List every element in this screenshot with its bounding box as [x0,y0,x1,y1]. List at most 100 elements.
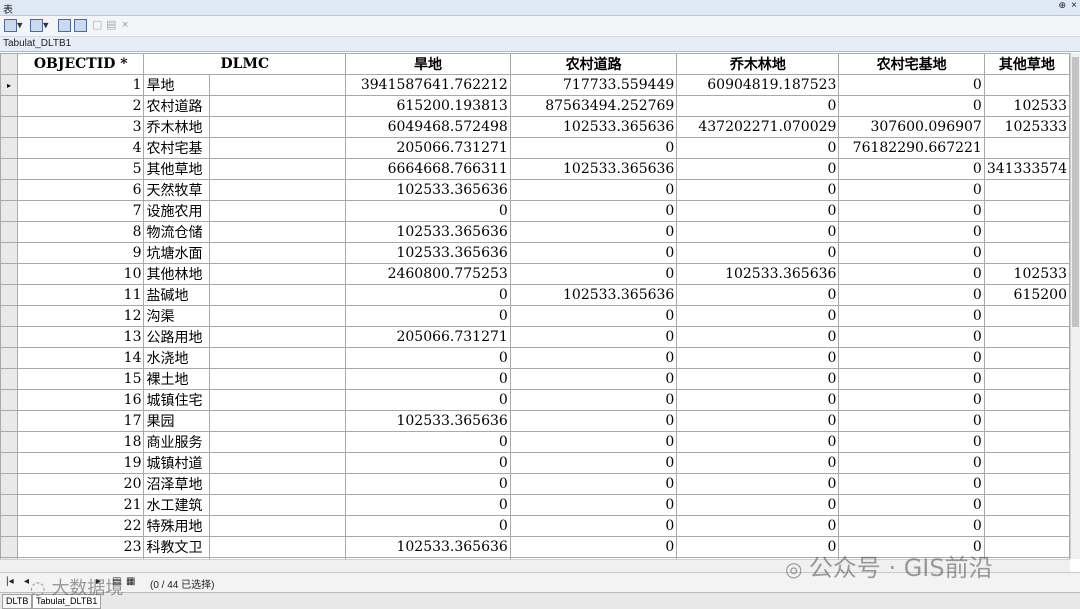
cell-value[interactable] [983,179,1070,201]
select-all-cell[interactable] [0,53,18,75]
previous-record-button[interactable]: ◂ [24,576,29,588]
cell-value[interactable]: 0 [838,158,985,180]
cell-value[interactable]: 0 [838,284,985,306]
column-header-nongcun-zhaijidi[interactable]: 农村宅基地 [838,53,985,75]
cell-value[interactable]: 0 [345,452,511,474]
cell-value[interactable]: 341333574 [983,158,1070,180]
row-selector[interactable] [0,389,18,411]
cell-value[interactable]: 0 [838,305,985,327]
cell-value[interactable]: 0 [509,305,678,327]
table-row[interactable]: 8 物流仓储 102533.365636 0 0 0 [0,221,1070,243]
cell-value[interactable] [983,74,1070,96]
row-selector[interactable] [0,431,18,453]
table-row[interactable]: 3 乔木林地 6049468.572498 102533.365636 43720227… [0,116,1070,138]
cell-value[interactable]: 0 [838,473,985,495]
cell-value[interactable]: 0 [509,452,678,474]
cell-dlmc[interactable]: 物流仓储 [143,221,211,243]
cell-dlmc[interactable]: 果园 [143,410,211,432]
cell-dlmc[interactable]: 科教文卫 [143,536,211,558]
cell-value[interactable]: 0 [838,95,985,117]
cell-value[interactable]: 0 [509,494,678,516]
cell-value[interactable]: 0 [676,389,840,411]
cell-value[interactable] [983,242,1070,264]
column-header-qiaomu-lindi[interactable]: 乔木林地 [676,53,840,75]
cell-value[interactable] [983,326,1070,348]
cell-value[interactable]: 102533.365636 [345,179,511,201]
cell-objectid[interactable]: 1 [16,74,145,96]
table-row[interactable]: 12 沟渠 0 0 0 0 [0,305,1070,327]
cell-value[interactable]: 0 [345,389,511,411]
cell-value[interactable] [983,368,1070,390]
cell-dlmc[interactable]: 盐碱地 [143,284,211,306]
row-selector[interactable] [0,368,18,390]
cell-value[interactable]: 0 [345,494,511,516]
cell-objectid[interactable]: 11 [16,284,145,306]
cell-value[interactable] [983,389,1070,411]
cell-value[interactable]: 0 [509,200,678,222]
table-row[interactable]: 14 水浇地 0 0 0 0 [0,347,1070,369]
cell-value[interactable]: 0 [838,263,985,285]
cell-value[interactable]: 0 [838,452,985,474]
table-row[interactable]: 19 城镇村道 0 0 0 0 [0,452,1070,474]
cell-dlmc[interactable]: 天然牧草 [143,179,211,201]
cell-value[interactable]: 0 [838,200,985,222]
cell-value[interactable]: 0 [838,347,985,369]
cell-value[interactable]: 0 [345,431,511,453]
row-selector[interactable] [0,95,18,117]
cell-value[interactable]: 615200.193813 [345,95,511,117]
cell-value[interactable]: 0 [838,179,985,201]
cell-value[interactable]: 76182290.667221 [838,137,985,159]
table-row[interactable]: 10 其他林地 2460800.775253 0 102533.365636 0 10253… [0,263,1070,285]
cell-value[interactable]: 0 [509,515,678,537]
cell-dlmc[interactable]: 公路用地 [143,326,211,348]
table-row[interactable]: 9 坑塘水面 102533.365636 0 0 0 [0,242,1070,264]
cell-value[interactable]: 1025333 [983,116,1070,138]
cell-value[interactable]: 437202271.070029 [676,116,840,138]
cell-objectid[interactable]: 14 [16,347,145,369]
cell-value[interactable]: 0 [838,536,985,558]
cell-value[interactable]: 0 [676,242,840,264]
cell-value[interactable]: 0 [345,284,511,306]
table-row[interactable]: 18 商业服务 0 0 0 0 [0,431,1070,453]
cell-dlmc[interactable]: 农村宅基 [143,137,211,159]
table-row[interactable]: 17 果园 102533.365636 0 0 0 [0,410,1070,432]
cell-dlmc[interactable]: 其他林地 [143,263,211,285]
cell-value[interactable] [983,494,1070,516]
cell-value[interactable]: 6664668.766311 [345,158,511,180]
cell-value[interactable] [983,410,1070,432]
table-row[interactable]: 6 天然牧草 102533.365636 0 0 0 [0,179,1070,201]
row-selector[interactable] [0,116,18,138]
cell-value[interactable]: 205066.731271 [345,326,511,348]
row-selector[interactable] [0,137,18,159]
cell-value[interactable]: 0 [676,368,840,390]
cell-value[interactable]: 0 [676,347,840,369]
table-options-button[interactable]: ▾ [4,19,23,32]
row-selector[interactable] [0,473,18,495]
cell-objectid[interactable]: 7 [16,200,145,222]
cell-value[interactable]: 102533.365636 [676,263,840,285]
cell-value[interactable]: 0 [509,242,678,264]
cell-value[interactable]: 0 [345,347,511,369]
cell-objectid[interactable]: 22 [16,515,145,537]
cell-value[interactable]: 0 [838,431,985,453]
cell-value[interactable]: 0 [838,326,985,348]
cell-value[interactable]: 0 [509,263,678,285]
table-row[interactable]: 7 设施农用 0 0 0 0 [0,200,1070,222]
row-selector[interactable] [0,494,18,516]
horizontal-scrollbar[interactable] [0,559,1070,572]
vertical-scroll-thumb[interactable] [1072,57,1079,327]
cell-value[interactable]: 717733.559449 [509,74,678,96]
cell-objectid[interactable]: 9 [16,242,145,264]
cell-value[interactable]: 60904819.187523 [676,74,840,96]
table-row[interactable]: 20 沼泽草地 0 0 0 0 [0,473,1070,495]
cell-value[interactable]: 0 [509,473,678,495]
pin-icon[interactable]: ⊕ [1058,0,1066,11]
cell-value[interactable] [983,305,1070,327]
cell-value[interactable]: 0 [838,410,985,432]
cell-objectid[interactable]: 12 [16,305,145,327]
table-row[interactable]: 16 城镇住宅 0 0 0 0 [0,389,1070,411]
cell-objectid[interactable]: 23 [16,536,145,558]
cell-value[interactable]: 2460800.775253 [345,263,511,285]
cell-value[interactable]: 102533.365636 [509,284,678,306]
cell-dlmc[interactable]: 水工建筑 [143,494,211,516]
